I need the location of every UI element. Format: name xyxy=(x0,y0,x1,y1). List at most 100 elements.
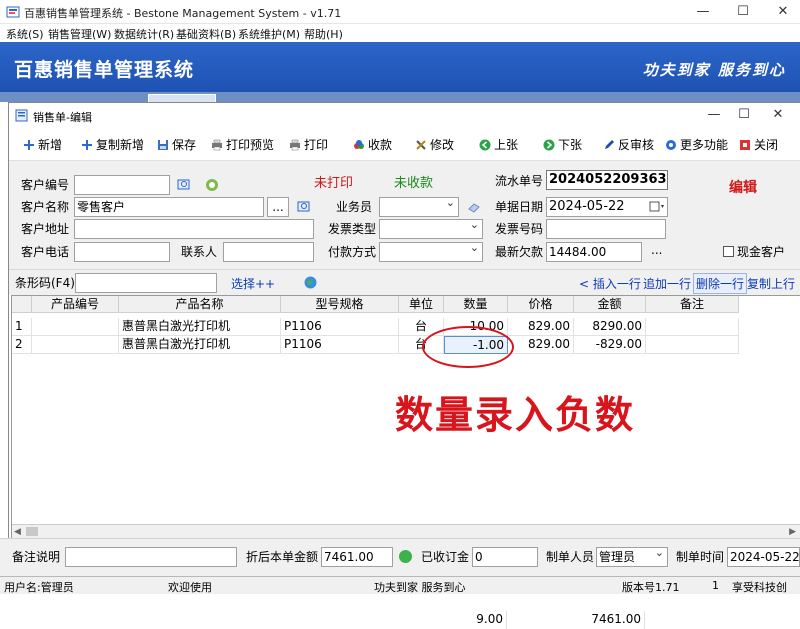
grid-header-price[interactable]: 价格 xyxy=(508,296,574,313)
prev-button[interactable]: 上张 xyxy=(479,136,518,154)
cash-customer-checkbox[interactable] xyxy=(723,246,734,257)
receive-button[interactable]: 收款 xyxy=(353,136,392,154)
table-cell-amount[interactable]: 8290.00 xyxy=(574,318,646,336)
insert-row-link[interactable]: < 插入一行 xyxy=(579,275,641,292)
table-cell-amount[interactable]: -829.00 xyxy=(574,336,646,354)
debt-more-button[interactable]: ... xyxy=(651,240,662,260)
menu-sales[interactable]: 销售管理(W) xyxy=(48,26,111,42)
horizontal-scrollbar[interactable]: ◀ ▶ xyxy=(12,524,800,538)
make-time-input[interactable]: 2024-05-22 0 xyxy=(727,547,800,567)
status-slogan: 功夫到家 服务到心 xyxy=(374,581,466,594)
discount-label: 折后本单金额 xyxy=(246,550,319,564)
unaudit-label: 反审核 xyxy=(618,138,655,152)
order-footer: 备注说明 折后本单金额 7461.00 已收订金 0 制单人员 管理员 制单时间… xyxy=(0,538,800,576)
maker-label: 制单人员 xyxy=(546,550,595,564)
table-cell-name[interactable]: 惠普黑白激光打印机 xyxy=(119,336,281,354)
grid-header-model[interactable]: 型号规格 xyxy=(281,296,399,313)
grid-header-unit[interactable]: 单位 xyxy=(399,296,444,313)
close-button[interactable]: 关闭 xyxy=(739,136,778,154)
scroll-thumb[interactable] xyxy=(26,527,38,536)
discount-amount-input[interactable]: 7461.00 xyxy=(321,547,393,567)
serial-input[interactable]: 20240522093630 xyxy=(546,170,668,190)
grid-header-amount[interactable]: 金额 xyxy=(574,296,646,313)
new-button[interactable]: 新增 xyxy=(23,136,62,154)
salesman-select[interactable] xyxy=(379,197,459,217)
dialog-icon xyxy=(15,109,28,122)
plus-icon xyxy=(24,140,34,150)
menu-stats[interactable]: 数据统计(R) xyxy=(114,26,174,42)
barcode-input[interactable] xyxy=(75,273,217,293)
grid-header-name[interactable]: 产品名称 xyxy=(119,296,281,313)
copy-row-link[interactable]: 复制上行 xyxy=(747,275,795,292)
grid-header-note[interactable]: 备注 xyxy=(646,296,739,313)
grid-header-qty[interactable]: 数量 xyxy=(444,296,508,313)
status-version: 版本号1.71 xyxy=(622,581,680,594)
append-row-link[interactable]: 追加一行 xyxy=(643,275,691,292)
table-cell-name[interactable]: 惠普黑白激光打印机 xyxy=(119,318,281,336)
arrow-right-icon xyxy=(543,139,555,151)
status-welcome: 欢迎使用 xyxy=(168,581,212,594)
invoice-type-select[interactable] xyxy=(379,219,483,239)
plus-icon xyxy=(82,140,92,150)
dialog-close-icon[interactable]: ✕ xyxy=(765,105,791,125)
dialog-minimize-icon[interactable]: — xyxy=(701,105,727,125)
more-functions-button[interactable]: 更多功能 xyxy=(665,136,728,154)
table-cell-note[interactable] xyxy=(646,318,739,336)
unaudit-button[interactable]: 反审核 xyxy=(603,136,654,154)
next-button[interactable]: 下张 xyxy=(543,136,582,154)
globe-icon[interactable] xyxy=(304,276,317,289)
scroll-left-icon[interactable]: ◀ xyxy=(14,527,21,537)
search-icon[interactable] xyxy=(177,178,191,192)
phone-input[interactable] xyxy=(74,242,170,262)
invoice-no-input[interactable] xyxy=(546,219,666,239)
copy-new-button[interactable]: 复制新增 xyxy=(81,136,144,154)
app-banner: 百惠销售单管理系统 功夫到家 服务到心 xyxy=(0,42,800,92)
print-preview-button[interactable]: 打印预览 xyxy=(211,136,274,154)
table-cell-model[interactable]: P1106 xyxy=(281,318,399,336)
customer-name-input[interactable]: 零售客户 xyxy=(74,197,264,217)
remark-input[interactable] xyxy=(65,547,237,567)
table-cell-price[interactable]: 829.00 xyxy=(508,336,574,354)
modify-button[interactable]: 修改 xyxy=(415,136,454,154)
print-button[interactable]: 打印 xyxy=(289,136,328,154)
table-cell-model[interactable]: P1106 xyxy=(281,336,399,354)
deposit-input[interactable]: 0 xyxy=(472,547,538,567)
minimize-icon[interactable]: — xyxy=(690,2,716,22)
dialog-maximize-icon[interactable]: ☐ xyxy=(731,105,757,125)
pay-method-select[interactable] xyxy=(379,242,483,262)
eraser-icon[interactable] xyxy=(467,200,481,214)
serial-label: 流水单号 xyxy=(495,174,544,188)
table-cell-code[interactable] xyxy=(32,318,119,336)
debt-input[interactable]: 14484.00 xyxy=(546,242,642,262)
copy-new-label: 复制新增 xyxy=(96,138,145,152)
table-cell-price[interactable]: 829.00 xyxy=(508,318,574,336)
calendar-icon[interactable] xyxy=(649,201,665,213)
table-row-number: 1 xyxy=(12,318,32,336)
select-product-link[interactable]: 选择++ xyxy=(231,275,275,292)
customer-code-input[interactable] xyxy=(74,175,170,195)
customer-picker-button[interactable]: ... xyxy=(267,197,289,217)
grid-header-code[interactable]: 产品编号 xyxy=(32,296,119,313)
menu-help[interactable]: 帮助(H) xyxy=(304,26,343,42)
scroll-right-icon[interactable]: ▶ xyxy=(789,527,796,537)
address-input[interactable] xyxy=(74,219,314,239)
window-titlebar: 百惠销售单管理系统 - Bestone Management System - … xyxy=(0,0,800,24)
menu-basic[interactable]: 基础资料(B) xyxy=(176,26,236,42)
close-icon[interactable]: ✕ xyxy=(770,2,796,22)
pay-method-label: 付款方式 xyxy=(328,245,377,259)
status-bar: 用户名:管理员 欢迎使用 功夫到家 服务到心 版本号1.71 1 享受科技创 xyxy=(0,576,800,594)
table-cell-code[interactable] xyxy=(32,336,119,354)
menu-maintenance[interactable]: 系统维护(M) xyxy=(238,26,300,42)
search-icon[interactable] xyxy=(297,200,311,214)
add-customer-icon[interactable] xyxy=(205,178,219,192)
maker-select[interactable]: 管理员 xyxy=(596,547,668,567)
save-button[interactable]: 保存 xyxy=(157,136,196,154)
delete-row-link[interactable]: 删除一行 xyxy=(693,273,748,294)
contact-input[interactable] xyxy=(223,242,314,262)
more-functions-label: 更多功能 xyxy=(680,138,729,152)
menu-system[interactable]: 系统(S) xyxy=(6,26,44,42)
dialog-titlebar: 销售单-编辑 — ☐ ✕ xyxy=(9,103,800,127)
menu-bar: 系统(S) 销售管理(W) 数据统计(R) 基础资料(B) 系统维护(M) 帮助… xyxy=(0,24,800,42)
table-cell-note[interactable] xyxy=(646,336,739,354)
maximize-icon[interactable]: ☐ xyxy=(730,2,756,22)
